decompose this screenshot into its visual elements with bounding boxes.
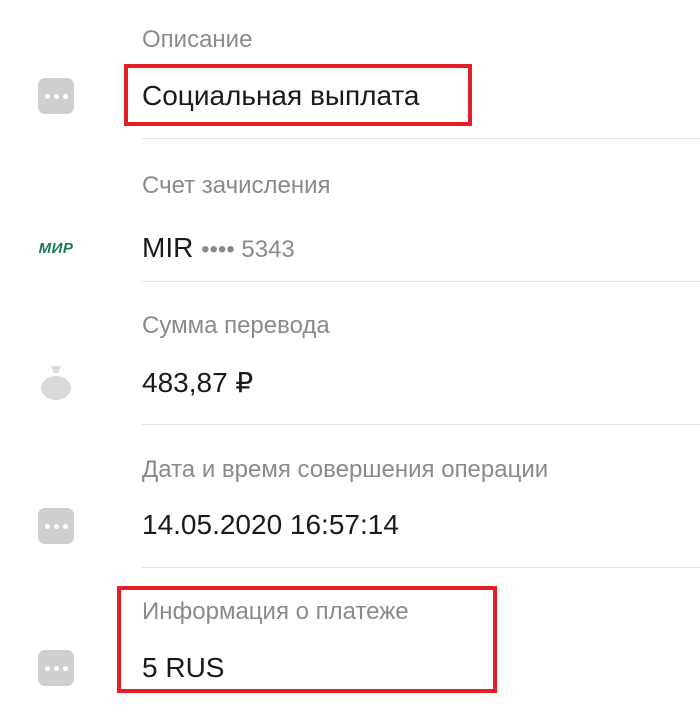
amount-label: Сумма перевода [142,312,330,339]
more-dots-icon[interactable] [38,650,74,686]
account-value[interactable]: MIR •••• 5343 [142,232,295,264]
more-dots-icon[interactable] [38,78,74,114]
payment-info-highlight-box [117,586,497,693]
card-system: MIR [142,232,194,263]
description-highlight-box [124,64,472,126]
datetime-value: 14.05.2020 16:57:14 [142,509,399,540]
divider [142,567,700,568]
card-number-masked: •••• 5343 [201,236,295,263]
more-dots-icon[interactable] [38,508,74,544]
money-bag-icon [38,364,74,400]
mir-logo-icon: МИР [34,230,78,266]
account-label: Счет зачисления [142,172,331,199]
divider [142,424,700,425]
divider [142,138,700,139]
description-label: Описание [142,26,253,53]
mir-logo-text: МИР [38,239,74,257]
divider [142,281,700,282]
amount-value: 483,87 ₽ [142,367,254,398]
operation-details-screen: Описание Социальная выплата Счет зачисле… [0,0,700,709]
datetime-label: Дата и время совершения операции [142,456,549,483]
